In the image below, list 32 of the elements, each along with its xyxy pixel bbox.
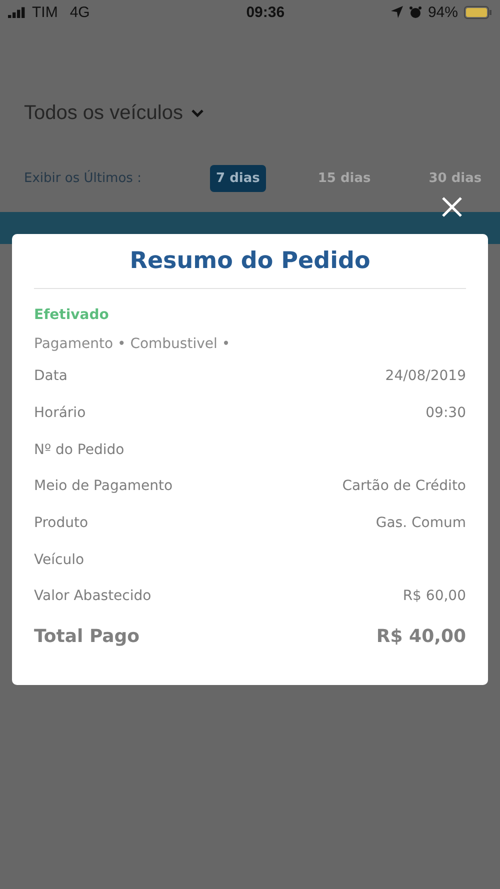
battery-icon xyxy=(464,6,492,18)
detail-label: Produto xyxy=(34,515,88,532)
period-tab[interactable]: 30 dias xyxy=(422,165,488,192)
signal-icon xyxy=(8,6,26,18)
total-label: Total Pago xyxy=(34,626,140,648)
detail-label: Data xyxy=(34,368,68,384)
period-tab[interactable]: 7 dias xyxy=(210,165,266,192)
period-tab[interactable]: 15 dias xyxy=(312,165,377,192)
detail-value: R$ 60,00 xyxy=(402,588,466,604)
detail-label: Meio de Pagamento xyxy=(34,478,173,494)
total-value: R$ 40,00 xyxy=(376,626,466,648)
location-arrow-icon xyxy=(390,6,403,18)
battery-percent: 94% xyxy=(428,4,458,20)
detail-label: Nº do Pedido xyxy=(34,442,124,458)
detail-value: 09:30 xyxy=(426,405,466,422)
clock-time: 09:36 xyxy=(246,4,285,20)
detail-value: Gas. Comum xyxy=(376,515,466,532)
detail-label: Valor Abastecido xyxy=(34,588,152,604)
vehicle-dropdown[interactable]: Todos os veículos xyxy=(24,102,204,125)
alarm-clock-icon xyxy=(408,6,422,18)
detail-label: Horário xyxy=(34,405,86,422)
chevron-down-icon xyxy=(190,109,204,118)
carrier-name: TIM xyxy=(32,4,58,20)
order-status: Efetivado xyxy=(34,307,110,323)
period-filter-label: Exibir os Últimos : xyxy=(24,171,142,186)
detail-value: Cartão de Crédito xyxy=(342,478,466,494)
detail-value: 24/08/2019 xyxy=(385,368,466,384)
network-type: 4G xyxy=(70,4,90,20)
detail-label: Veículo xyxy=(34,552,84,568)
order-category: Pagamento • Combustivel • xyxy=(34,336,232,352)
close-button[interactable] xyxy=(440,195,464,219)
modal-title: Resumo do Pedido xyxy=(34,248,466,289)
